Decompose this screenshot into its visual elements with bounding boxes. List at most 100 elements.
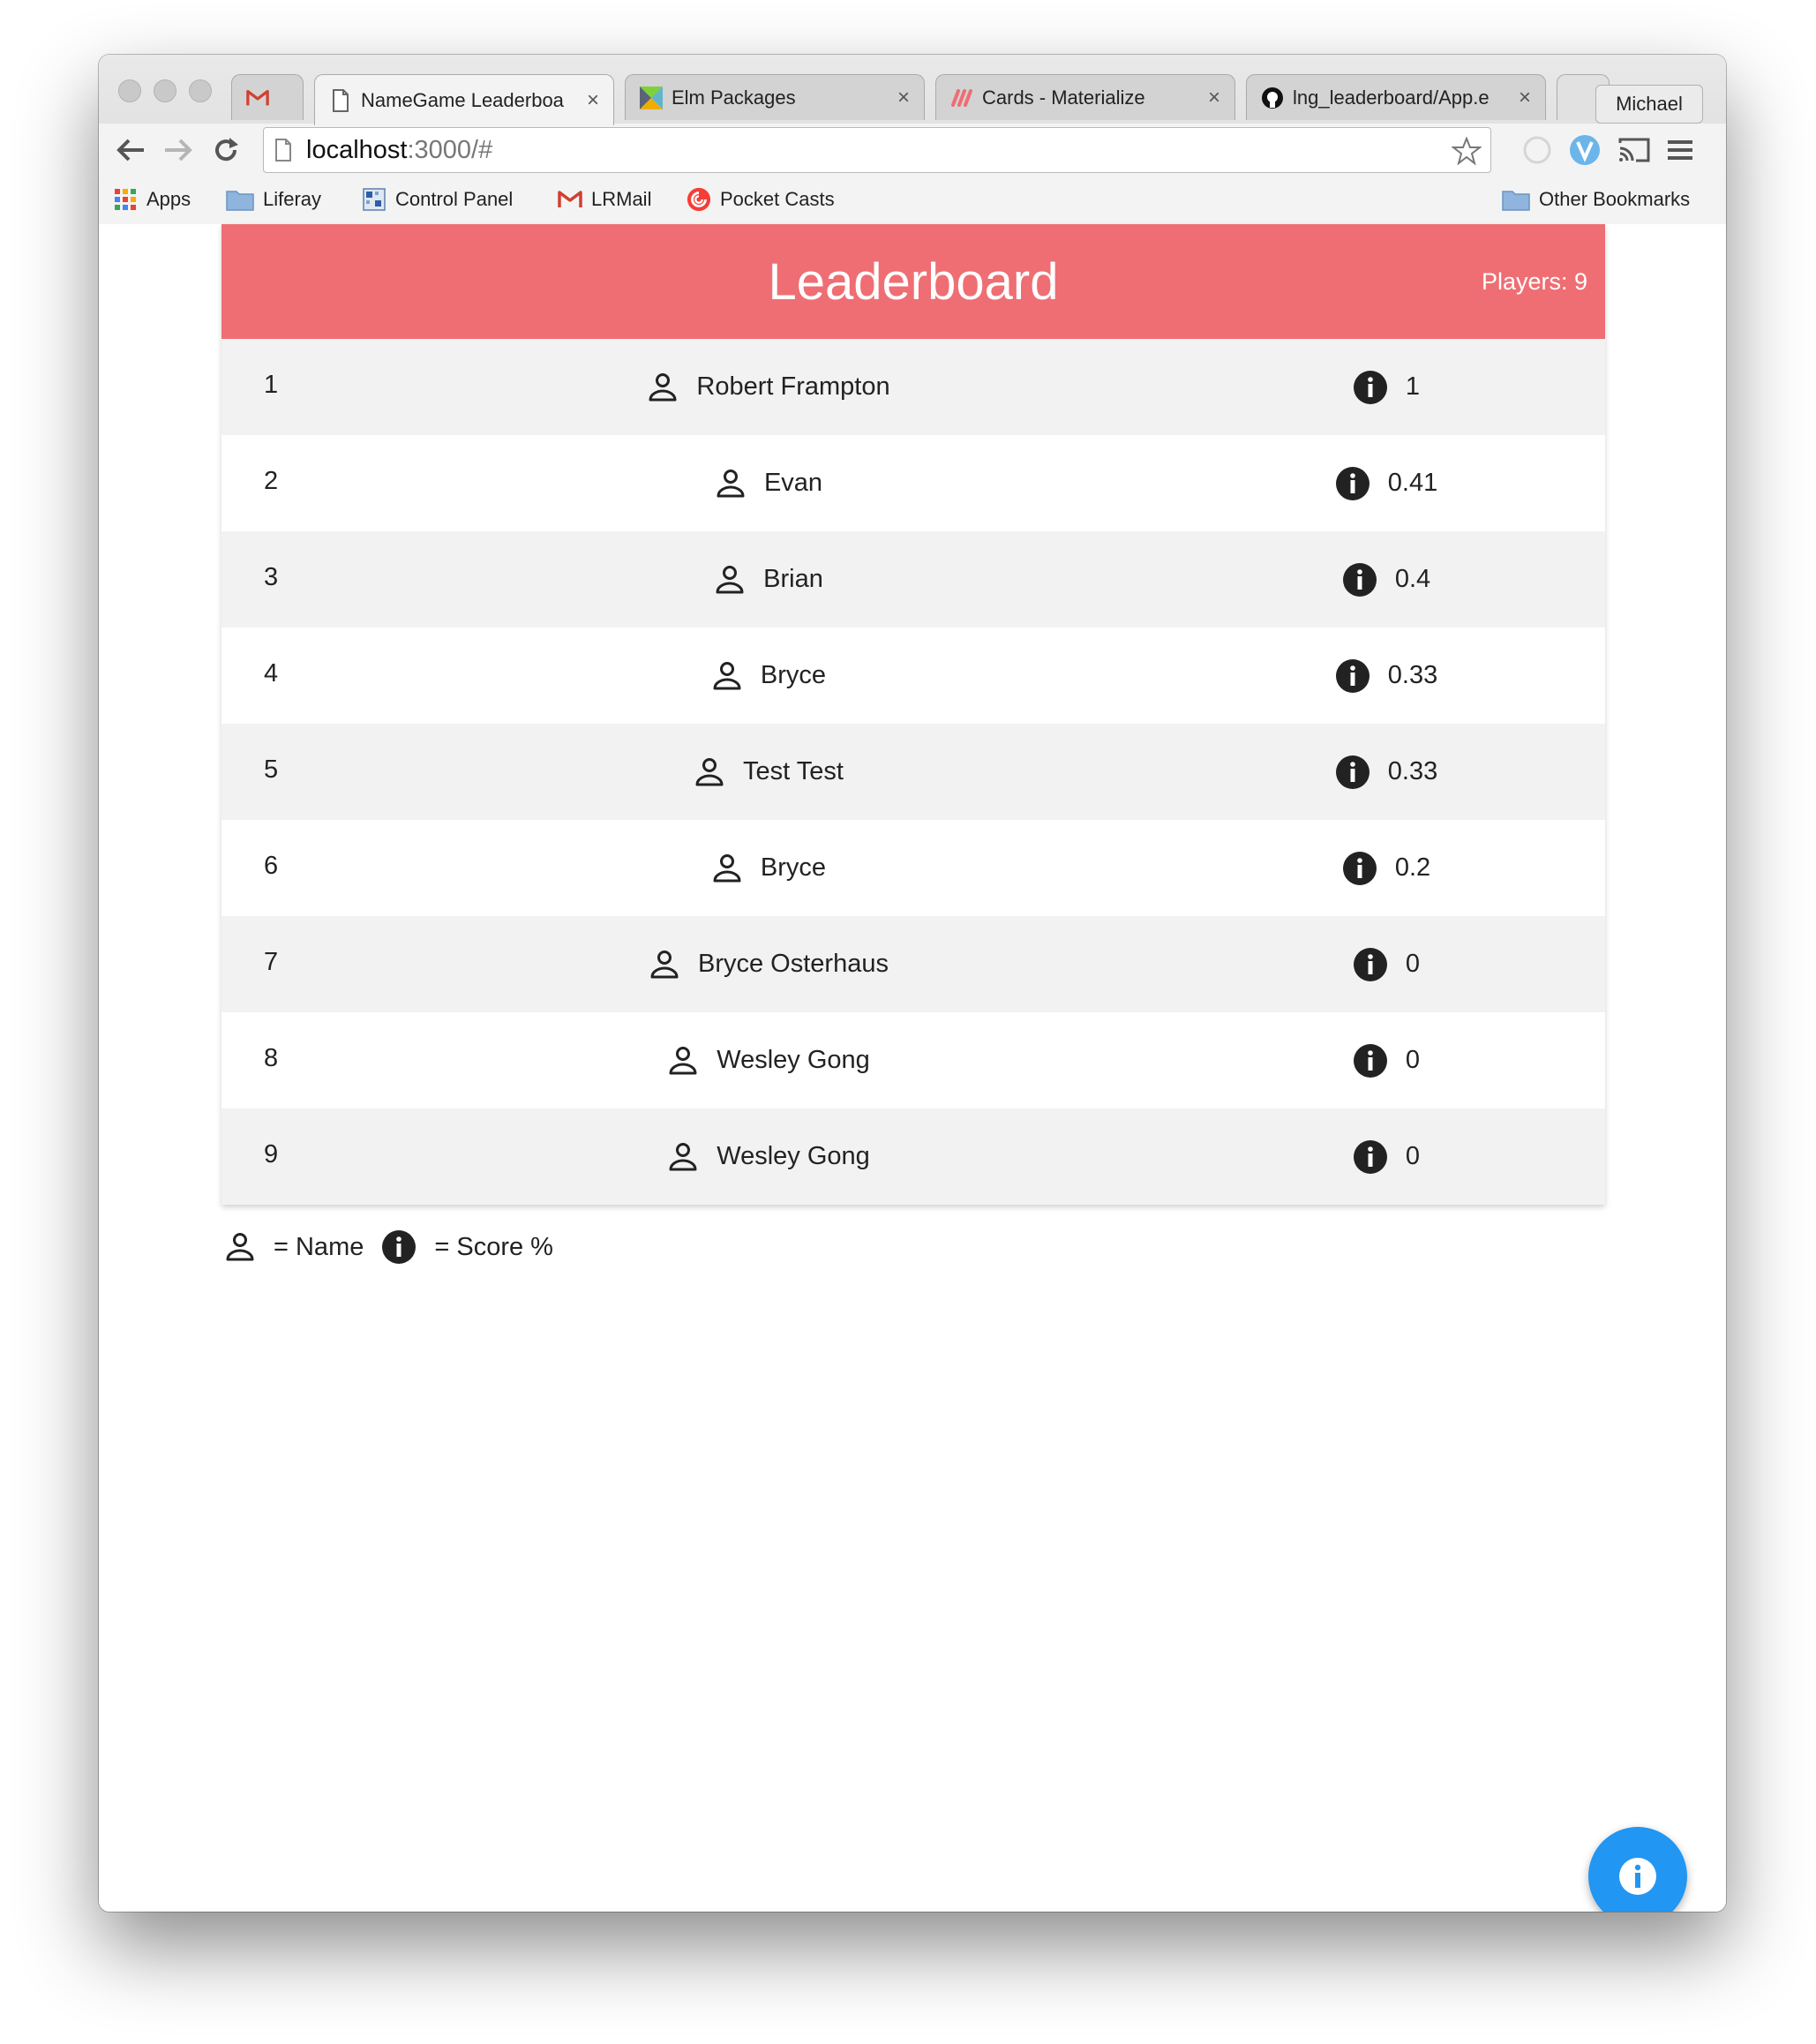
player-name-cell: Robert Frampton	[221, 339, 1316, 435]
vimium-extension-icon[interactable]	[1567, 132, 1602, 168]
leaderboard-row: 4 Bryce 0.33	[221, 627, 1605, 724]
page-content: Leaderboard Players: 9 1 Robert Frampton 1…	[99, 224, 1726, 1912]
reload-icon[interactable]	[208, 132, 244, 168]
tab-elm-packages[interactable]: Elm Packages ×	[625, 74, 925, 120]
bookmark-label: LRMail	[591, 188, 652, 210]
minimize-window-button[interactable]	[154, 79, 176, 102]
score-cell: 0	[1316, 916, 1457, 1012]
bookmark-apps[interactable]: Apps	[113, 187, 191, 212]
score-cell: 0	[1316, 1108, 1457, 1205]
info-icon	[1335, 466, 1370, 501]
address-host: localhost	[306, 135, 408, 164]
menu-icon[interactable]	[1662, 132, 1698, 168]
address-path: :3000/#	[407, 135, 493, 164]
page-title: Leaderboard	[768, 252, 1059, 311]
tab-cards-materialize[interactable]: Cards - Materialize ×	[935, 74, 1235, 120]
bookmark-label: Other Bookmarks	[1539, 188, 1691, 210]
extension-icon[interactable]	[1520, 132, 1555, 168]
tab-close-icon[interactable]: ×	[1208, 86, 1220, 110]
leaderboard-row: 2 Evan 0.41	[221, 435, 1605, 531]
browser-chrome: NameGame Leaderboa × Elm Packages × Card…	[99, 55, 1726, 224]
legend-score-label: = Score %	[434, 1232, 553, 1261]
profile-button[interactable]: Michael	[1595, 85, 1703, 124]
leaderboard-card: Leaderboard Players: 9 1 Robert Frampton 1…	[221, 224, 1605, 1205]
browser-window: NameGame Leaderboa × Elm Packages × Card…	[99, 55, 1726, 1912]
player-name: Bryce Osterhaus	[698, 950, 889, 978]
person-icon	[715, 468, 747, 500]
leaderboard-row: 9 Wesley Gong 0	[221, 1108, 1605, 1205]
player-name: Wesley Gong	[717, 1142, 870, 1170]
close-window-button[interactable]	[118, 79, 141, 102]
player-name: Evan	[763, 469, 823, 497]
bookmarks-bar: Apps Liferay Control Panel LRMail Pocket…	[99, 177, 1726, 224]
player-name-cell: Evan	[221, 435, 1316, 531]
info-icon	[1342, 562, 1377, 597]
player-score: 0.33	[1387, 757, 1438, 785]
apps-grid-icon	[113, 187, 138, 212]
tab-close-icon[interactable]: ×	[1519, 86, 1531, 110]
person-icon	[711, 660, 743, 692]
cast-icon[interactable]	[1617, 132, 1652, 168]
folder-icon	[1502, 187, 1530, 212]
person-icon	[711, 853, 743, 884]
info-fab-button[interactable]	[1588, 1827, 1687, 1912]
tab-namegame-leaderboard[interactable]: NameGame Leaderboa ×	[314, 74, 614, 125]
leaderboard-row: 3 Brian 0.4	[221, 531, 1605, 627]
tab-gmail[interactable]	[231, 74, 304, 120]
zoom-window-button[interactable]	[189, 79, 212, 102]
leaderboard-row: 6 Bryce 0.2	[221, 820, 1605, 916]
player-score: 0.2	[1394, 853, 1431, 882]
control-panel-icon	[362, 187, 386, 212]
player-score: 0.33	[1387, 661, 1438, 689]
tab-close-icon[interactable]: ×	[587, 88, 599, 113]
info-icon	[1353, 1139, 1388, 1175]
github-icon	[1261, 86, 1284, 109]
leaderboard-header: Leaderboard Players: 9	[221, 224, 1605, 339]
player-name: Bryce	[760, 661, 827, 689]
info-icon	[1342, 851, 1377, 886]
address-bar[interactable]: localhost:3000/#	[263, 127, 1491, 173]
player-score: 0.4	[1394, 565, 1431, 593]
info-icon	[1353, 1043, 1388, 1078]
page-icon	[329, 88, 352, 112]
tab-label: Elm Packages	[672, 86, 796, 109]
score-cell: 1	[1316, 339, 1457, 435]
player-name-cell: Brian	[221, 531, 1316, 627]
leaderboard-row: 1 Robert Frampton 1	[221, 339, 1605, 435]
bookmark-liferay[interactable]: Liferay	[226, 187, 321, 212]
bookmark-label: Control Panel	[395, 188, 514, 210]
player-name-cell: Bryce	[221, 820, 1316, 916]
bookmark-other-bookmarks[interactable]: Other Bookmarks	[1502, 187, 1690, 212]
player-name: Test Test	[743, 757, 844, 785]
score-cell: 0.2	[1316, 820, 1457, 916]
tab-close-icon[interactable]: ×	[897, 86, 910, 110]
player-name-cell: Wesley Gong	[221, 1108, 1316, 1205]
legend: = Name = Score %	[224, 1225, 553, 1269]
player-score: 0	[1405, 950, 1421, 978]
bookmark-pocket-casts[interactable]: Pocket Casts	[687, 187, 835, 212]
bookmark-control-panel[interactable]: Control Panel	[362, 187, 513, 212]
bookmark-label: Liferay	[263, 188, 322, 210]
player-name: Robert Frampton	[696, 372, 890, 401]
leaderboard-rows: 1 Robert Frampton 1 2 Evan 0.41 3 Brian 0.4 4 Bryc…	[221, 339, 1605, 1205]
legend-name-label: = Name	[274, 1232, 364, 1261]
player-score: 0.41	[1387, 469, 1438, 497]
person-icon	[224, 1231, 256, 1263]
player-name-cell: Wesley Gong	[221, 1012, 1316, 1108]
forward-arrow-icon[interactable]	[161, 132, 196, 168]
back-arrow-icon[interactable]	[113, 132, 148, 168]
tab-github-leaderboard[interactable]: lng_leaderboard/App.e ×	[1246, 74, 1546, 120]
info-icon	[1335, 755, 1370, 790]
info-icon	[1353, 947, 1388, 982]
player-name: Brian	[763, 565, 823, 593]
gmail-icon	[558, 187, 582, 212]
player-name-cell: Test Test	[221, 724, 1316, 820]
leaderboard-row: 8 Wesley Gong 0	[221, 1012, 1605, 1108]
player-name: Bryce	[760, 853, 827, 882]
window-controls	[118, 79, 212, 102]
bookmark-lrmail[interactable]: LRMail	[558, 187, 651, 212]
bookmark-label: Pocket Casts	[720, 188, 835, 210]
player-count: Players: 9	[1481, 267, 1587, 295]
bookmark-star-icon[interactable]	[1452, 137, 1482, 165]
info-icon	[1617, 1855, 1659, 1897]
